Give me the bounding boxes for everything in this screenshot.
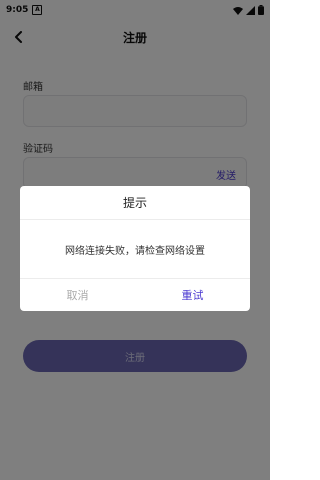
dialog-message: 网络连接失败，请检查网络设置 [65, 245, 205, 257]
dialog-title: 提示 [122, 196, 147, 210]
cancel-button[interactable]: 取消 [20, 279, 135, 311]
alert-dialog: 提示 网络连接失败，请检查网络设置 取消 重试 [20, 186, 250, 311]
retry-button[interactable]: 重试 [135, 279, 250, 311]
